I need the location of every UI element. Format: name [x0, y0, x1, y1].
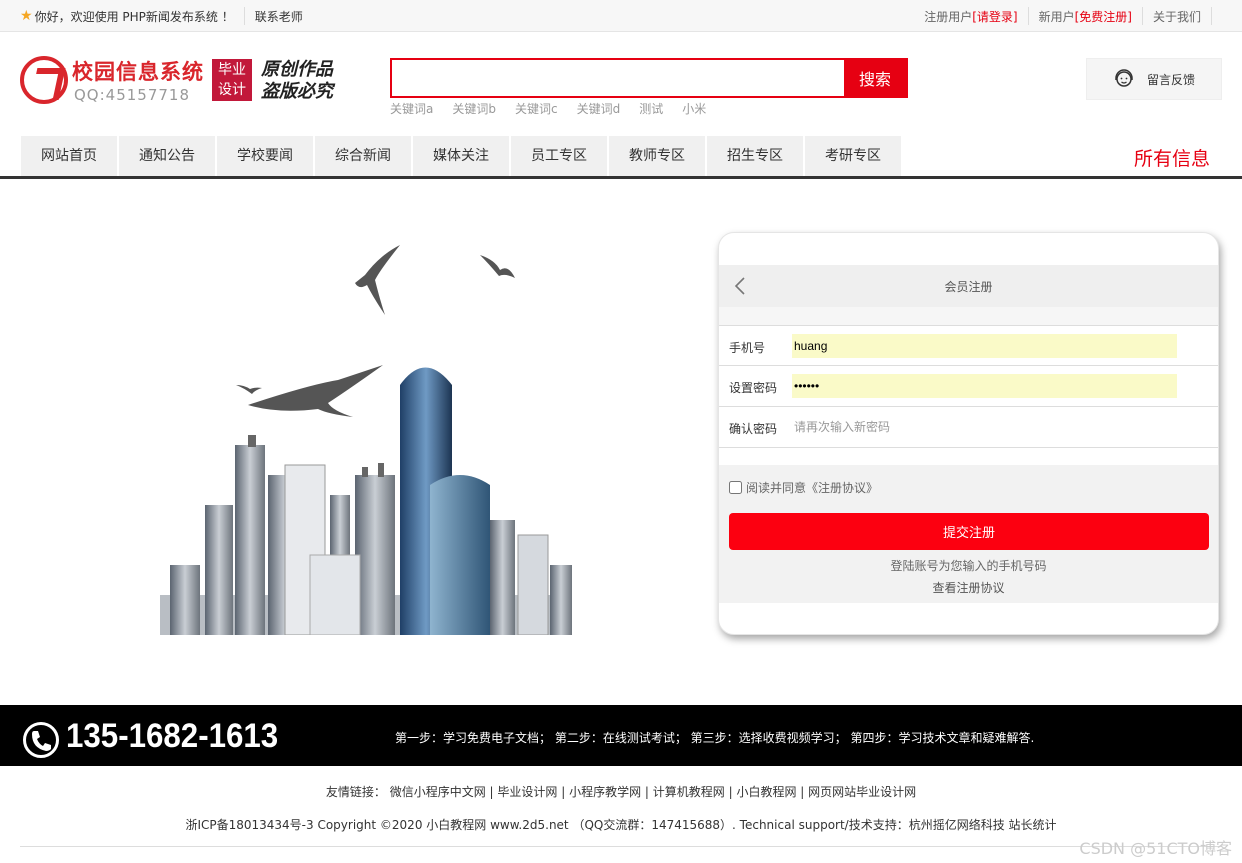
nav-item-school-news[interactable]: 学校要闻: [217, 136, 315, 176]
nav-item-media[interactable]: 媒体关注: [413, 136, 511, 176]
keyword-link[interactable]: 关键词a: [390, 100, 433, 117]
friend-link[interactable]: 小程序教学网: [569, 785, 641, 799]
contact-teacher-link[interactable]: 联系老师: [255, 8, 303, 25]
friend-link[interactable]: 计算机教程网: [653, 785, 725, 799]
site-name: 校园信息系统: [72, 60, 204, 84]
friend-link[interactable]: 微信小程序中文网: [390, 785, 486, 799]
support-agent-icon: [1115, 69, 1133, 87]
free-register-link[interactable]: [免费注册]: [1075, 8, 1132, 25]
hotline-number: 135-1682-1613: [66, 717, 279, 755]
keyword-link[interactable]: 小米: [682, 100, 706, 117]
top-bar: ★ 你好，欢迎使用 PHP新闻发布系统 ！ 联系老师 注册用户 [请登录] 新用…: [0, 0, 1242, 32]
agree-checkbox-row[interactable]: 阅读并同意《注册协议》: [729, 479, 878, 496]
divider: [1211, 7, 1212, 25]
search-input[interactable]: [394, 62, 844, 94]
learning-steps: 第一步：学习免费电子文档； 第二步：在线测试考试； 第三步：选择收费视频学习； …: [395, 731, 1035, 745]
friend-links-label: 友情链接：: [325, 785, 386, 799]
all-info-link[interactable]: 所有信息: [1134, 144, 1210, 171]
keyword-link[interactable]: 关键词d: [577, 100, 621, 117]
phone-row: 手机号: [719, 325, 1218, 366]
main-nav: 网站首页 通知公告 学校要闻 综合新闻 媒体关注 员工专区 教师专区 招生专区 …: [21, 136, 903, 176]
slogan-line2: 盗版必究: [261, 81, 333, 102]
login-account-tip: 登陆账号为您输入的手机号码: [890, 559, 1047, 573]
friend-link[interactable]: 网页网站毕业设计网: [808, 785, 916, 799]
agree-text: 阅读并同意《注册协议》: [746, 481, 879, 495]
confirm-password-row: 确认密码: [719, 407, 1218, 448]
star-icon: ★: [20, 8, 33, 24]
nav-item-notices[interactable]: 通知公告: [119, 136, 217, 176]
back-arrow-icon[interactable]: [733, 276, 747, 296]
card-spacer: [719, 307, 1218, 325]
login-link[interactable]: [请登录]: [972, 8, 1017, 25]
logo-icon[interactable]: [20, 56, 68, 104]
about-link[interactable]: 关于我们: [1153, 8, 1201, 25]
nav-divider: [0, 176, 1242, 179]
search-button[interactable]: 搜索: [844, 60, 906, 96]
confirm-password-input[interactable]: [792, 415, 1177, 439]
phone-icon: [23, 722, 59, 758]
keyword-link[interactable]: 关键词c: [515, 100, 558, 117]
card-title: 会员注册: [944, 279, 993, 294]
buildings: [160, 367, 572, 635]
city-skyline-illustration: [160, 245, 572, 635]
seagull-icon: [236, 245, 515, 417]
friend-link[interactable]: 毕业设计网: [497, 785, 557, 799]
new-user-label: 新用户: [1038, 9, 1075, 24]
welcome-text: 你好，欢迎使用 PHP新闻发布系统 ！: [34, 9, 234, 24]
phone-label: 手机号: [729, 341, 766, 355]
card-header: 会员注册: [719, 265, 1218, 307]
top-bar-left: ★ 你好，欢迎使用 PHP新闻发布系统 ！ 联系老师: [20, 7, 303, 25]
badge-line2: 设计: [218, 82, 246, 98]
footer-divider: [20, 846, 1222, 847]
slogan-line1: 原创作品: [261, 59, 333, 80]
phone-input[interactable]: [792, 334, 1177, 358]
friend-links: 友情链接： 微信小程序中文网 | 毕业设计网 | 小程序教学网 | 计算机教程网…: [325, 785, 917, 799]
divider: [1027, 7, 1029, 25]
hot-keywords: 关键词a 关键词b 关键词c 关键词d 测试 小米: [390, 100, 706, 117]
copyright: 浙ICP备18013434号-3 Copyright ©2020 小白教程网 w…: [185, 818, 1057, 832]
nav-item-home[interactable]: 网站首页: [21, 136, 119, 176]
register-card: 会员注册 手机号 设置密码 确认密码 阅读并同意《注册协议》 提交注册 登陆账号…: [718, 232, 1219, 635]
footer-bar: 135-1682-1613 第一步：学习免费电子文档； 第二步：在线测试考试； …: [0, 705, 1242, 766]
nav-item-general-news[interactable]: 综合新闻: [315, 136, 413, 176]
site-qq: QQ:45157718: [74, 86, 191, 104]
password-label: 设置密码: [729, 381, 778, 395]
nav-item-staff[interactable]: 员工专区: [511, 136, 609, 176]
divider: [1141, 7, 1143, 25]
register-user-label: 注册用户: [924, 9, 973, 24]
top-bar-right: 注册用户 [请登录] 新用户 [免费注册] 关于我们: [924, 7, 1212, 25]
keyword-link[interactable]: 测试: [639, 100, 663, 117]
password-row: 设置密码: [719, 366, 1218, 407]
feedback-button[interactable]: 留言反馈: [1086, 58, 1222, 100]
confirm-password-label: 确认密码: [729, 422, 778, 436]
slogan: 原创作品 盗版必究: [261, 59, 333, 103]
submit-register-button[interactable]: 提交注册: [729, 513, 1209, 550]
badge-line1: 毕业: [218, 62, 246, 78]
nav-item-teachers[interactable]: 教师专区: [609, 136, 707, 176]
feedback-label: 留言反馈: [1147, 72, 1196, 87]
nav-item-postgrad[interactable]: 考研专区: [805, 136, 903, 176]
view-agreement-link[interactable]: 查看注册协议: [719, 579, 1218, 596]
search-box: 搜索: [390, 58, 908, 98]
divider: [243, 7, 245, 25]
nav-item-admissions[interactable]: 招生专区: [707, 136, 805, 176]
watermark: CSDN @51CTO博客: [1079, 839, 1232, 858]
agree-checkbox[interactable]: [729, 481, 742, 494]
graduation-badge: 毕业 设计: [212, 59, 252, 101]
friend-link[interactable]: 小白教程网: [736, 785, 796, 799]
keyword-link[interactable]: 关键词b: [452, 100, 496, 117]
password-input[interactable]: [792, 374, 1177, 398]
